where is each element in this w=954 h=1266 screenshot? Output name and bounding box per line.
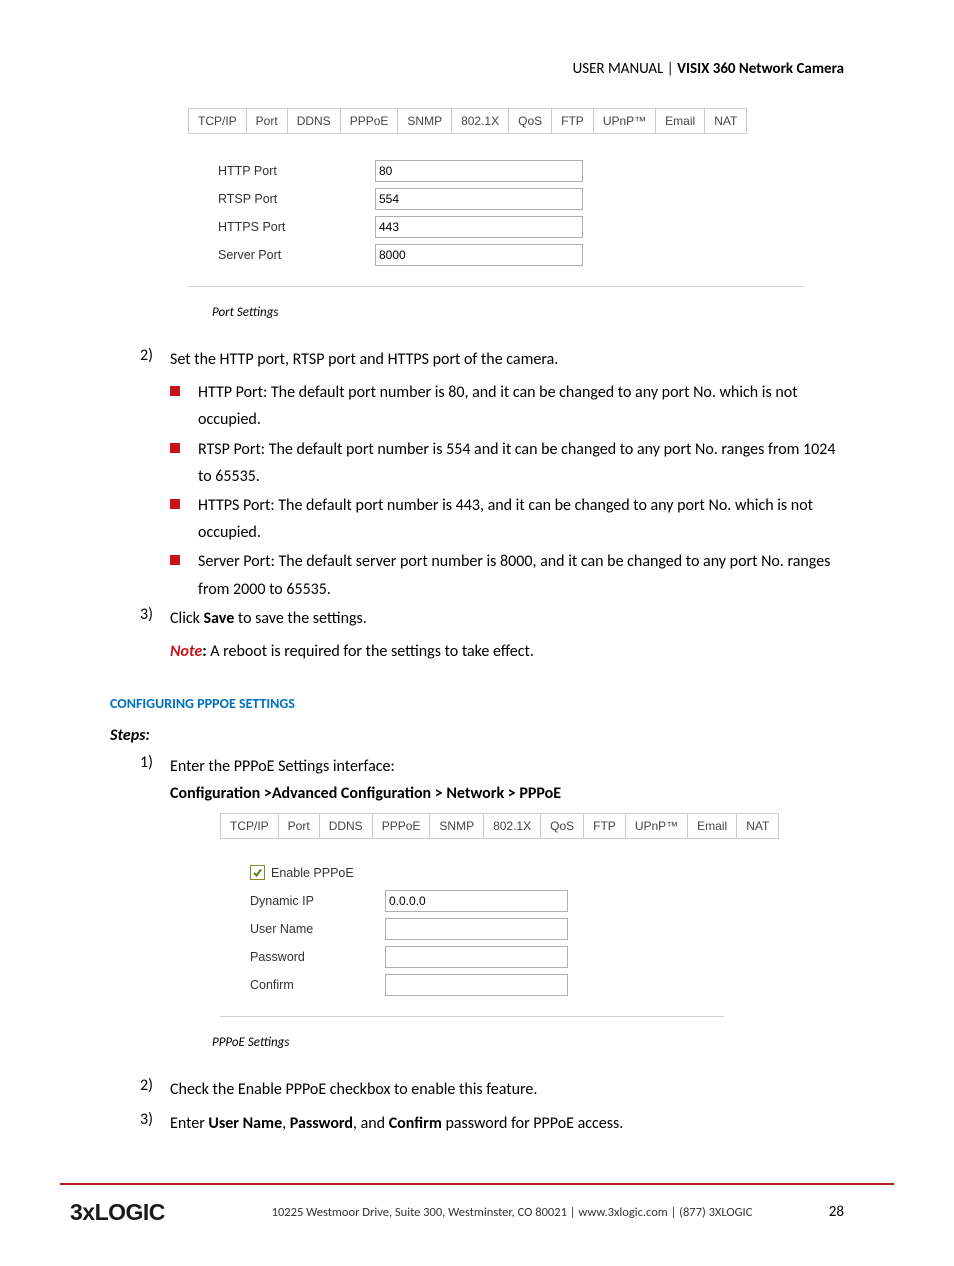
tab-port[interactable]: Port — [247, 108, 288, 134]
pppoe-step-1: 1) Enter the PPPoE Settings interface: C… — [110, 753, 844, 807]
square-bullet-icon — [170, 386, 180, 396]
footer-address: 10225 Westmoor Drive, Suite 300, Westmin… — [210, 1205, 814, 1220]
dynamic-ip-label: Dynamic IP — [250, 894, 385, 908]
port-settings-panel: TCP/IP Port DDNS PPPoE SNMP 802.1X QoS F… — [188, 108, 804, 287]
tab-ftp[interactable]: FTP — [552, 108, 594, 134]
tab-pppoe-2[interactable]: PPPoE — [373, 813, 431, 839]
tab-email[interactable]: Email — [656, 108, 705, 134]
tab-snmp[interactable]: SNMP — [398, 108, 452, 134]
enable-pppoe-row: Enable PPPoE — [220, 865, 724, 880]
confirm-input[interactable] — [385, 974, 568, 996]
password-input[interactable] — [385, 946, 568, 968]
bullet-https-port: HTTPS Port: The default port number is 4… — [170, 492, 844, 546]
bullet-server-port: Server Port: The default server port num… — [170, 548, 844, 602]
square-bullet-icon — [170, 555, 180, 565]
tab-nat[interactable]: NAT — [705, 108, 747, 134]
rtsp-port-input[interactable] — [375, 188, 583, 210]
http-port-row: HTTP Port — [188, 160, 804, 182]
tab-8021x-2[interactable]: 802.1X — [484, 813, 541, 839]
tab-ddns[interactable]: DDNS — [288, 108, 341, 134]
tab-tcpip[interactable]: TCP/IP — [188, 108, 247, 134]
tab-strip-pppoe: TCP/IP Port DDNS PPPoE SNMP 802.1X QoS F… — [220, 813, 724, 839]
tab-ddns-2[interactable]: DDNS — [320, 813, 373, 839]
tab-qos[interactable]: QoS — [509, 108, 552, 134]
steps-heading: Steps: — [110, 726, 844, 745]
server-port-row: Server Port — [188, 244, 804, 266]
tab-strip-port: TCP/IP Port DDNS PPPoE SNMP 802.1X QoS F… — [188, 108, 804, 134]
page-footer: 3xLOGIC 10225 Westmoor Drive, Suite 300,… — [0, 1185, 954, 1266]
http-port-label: HTTP Port — [218, 164, 375, 178]
step-2: 2) Set the HTTP port, RTSP port and HTTP… — [110, 346, 844, 373]
section-pppoe-title: CONFIGURING PPPOE SETTINGS — [110, 695, 844, 712]
bullet-http-port: HTTP Port: The default port number is 80… — [170, 379, 844, 433]
rtsp-port-label: RTSP Port — [218, 192, 375, 206]
tab-tcpip-2[interactable]: TCP/IP — [220, 813, 279, 839]
tab-qos-2[interactable]: QoS — [541, 813, 584, 839]
square-bullet-icon — [170, 443, 180, 453]
tab-snmp-2[interactable]: SNMP — [430, 813, 484, 839]
header-title: VISIX 360 Network Camera — [677, 60, 844, 78]
tab-email-2[interactable]: Email — [688, 813, 737, 839]
tab-pppoe[interactable]: PPPoE — [341, 108, 399, 134]
bullet-rtsp-port: RTSP Port: The default port number is 55… — [170, 436, 844, 490]
tab-upnp[interactable]: UPnP™ — [594, 108, 656, 134]
brand-logo: 3xLOGIC — [70, 1199, 210, 1226]
password-row: Password — [220, 946, 724, 968]
https-port-row: HTTPS Port — [188, 216, 804, 238]
enable-pppoe-checkbox[interactable] — [250, 865, 265, 880]
pppoe-step-3: 3) Enter User Name, Password, and Confir… — [110, 1110, 844, 1137]
check-icon — [252, 867, 263, 878]
tab-upnp-2[interactable]: UPnP™ — [626, 813, 688, 839]
tab-port-2[interactable]: Port — [279, 813, 320, 839]
tab-8021x[interactable]: 802.1X — [452, 108, 509, 134]
pppoe-settings-panel: TCP/IP Port DDNS PPPoE SNMP 802.1X QoS F… — [220, 813, 724, 1017]
username-label: User Name — [250, 922, 385, 936]
tab-ftp-2[interactable]: FTP — [584, 813, 626, 839]
step-3-note: Note: A reboot is required for the setti… — [170, 638, 844, 665]
page-number: 28 — [814, 1203, 844, 1221]
caption-pppoe-settings: PPPoE Settings — [110, 1035, 844, 1050]
https-port-input[interactable] — [375, 216, 583, 238]
confirm-label: Confirm — [250, 978, 385, 992]
http-port-input[interactable] — [375, 160, 583, 182]
dynamic-ip-input[interactable] — [385, 890, 568, 912]
server-port-label: Server Port — [218, 248, 375, 262]
server-port-input[interactable] — [375, 244, 583, 266]
page-header: USER MANUAL | VISIX 360 Network Camera — [110, 60, 844, 78]
square-bullet-icon — [170, 499, 180, 509]
step-3: 3) Click Save to save the settings. — [110, 605, 844, 632]
confirm-row: Confirm — [220, 974, 724, 996]
username-input[interactable] — [385, 918, 568, 940]
rtsp-port-row: RTSP Port — [188, 188, 804, 210]
header-prefix: USER MANUAL | — [573, 60, 678, 78]
https-port-label: HTTPS Port — [218, 220, 375, 234]
pppoe-step-2: 2) Check the Enable PPPoE checkbox to en… — [110, 1076, 844, 1103]
enable-pppoe-label: Enable PPPoE — [271, 866, 354, 880]
password-label: Password — [250, 950, 385, 964]
tab-nat-2[interactable]: NAT — [737, 813, 779, 839]
caption-port-settings: Port Settings — [110, 305, 844, 320]
dynamic-ip-row: Dynamic IP — [220, 890, 724, 912]
username-row: User Name — [220, 918, 724, 940]
